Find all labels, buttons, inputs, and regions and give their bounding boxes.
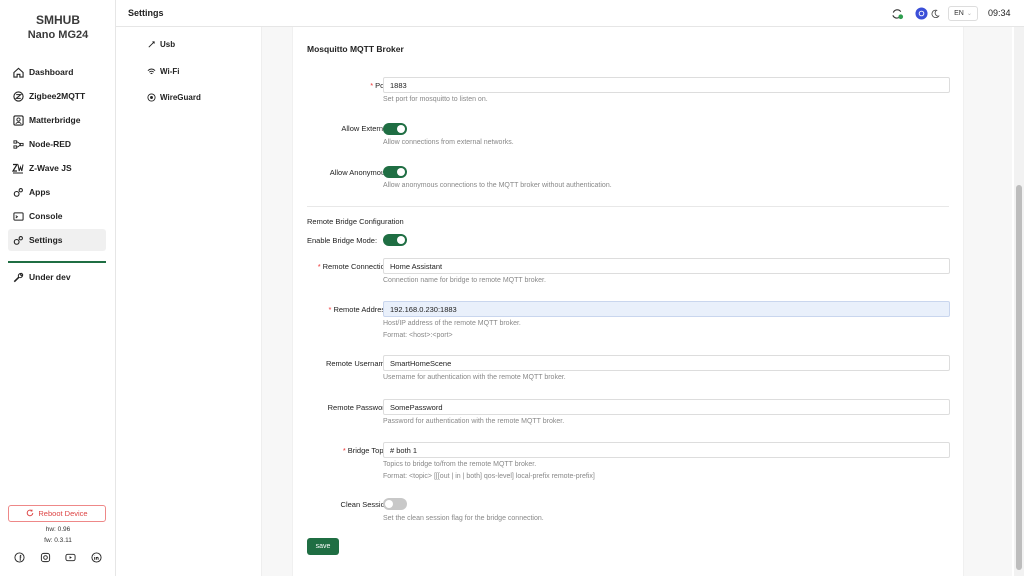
port-input[interactable]: 1883 xyxy=(383,77,950,93)
remote-connection-label: * Remote Connection: xyxy=(317,262,391,271)
enable-bridge-toggle[interactable] xyxy=(383,234,407,246)
instagram-icon[interactable] xyxy=(40,552,51,563)
subnav-item-wifi[interactable]: Wi-Fi xyxy=(146,64,179,78)
remote-username-label: Remote Username: xyxy=(325,359,391,368)
remote-password-input[interactable]: SomePassword xyxy=(383,399,950,415)
allow-anonymous-toggle[interactable] xyxy=(383,166,407,178)
wireguard-icon xyxy=(146,92,156,102)
facebook-icon[interactable] xyxy=(14,552,25,563)
sidebar-item-under-dev[interactable]: Under dev xyxy=(8,266,106,288)
sidebar-item-label: Console xyxy=(29,211,63,221)
theme-light-icon[interactable] xyxy=(915,7,928,20)
sync-status-icon[interactable] xyxy=(891,7,904,20)
zigbee-icon xyxy=(12,90,24,102)
console-icon xyxy=(12,210,24,222)
wifi-icon xyxy=(146,66,156,76)
allow-anonymous-label: Allow Anonymous: xyxy=(329,168,391,177)
section-divider xyxy=(307,206,949,207)
save-button[interactable]: save xyxy=(307,538,339,555)
port-help: Set port for mosquitto to listen on. xyxy=(383,96,488,103)
clock: 09:34 xyxy=(988,8,1011,18)
brand-name: SMHUB xyxy=(36,13,80,27)
theme-dark-icon[interactable] xyxy=(928,7,941,20)
bridge-topic-format: Format: <topic> [[[out | in | both] qos-… xyxy=(383,473,595,480)
refresh-icon xyxy=(26,509,34,519)
sidebar-item-apps[interactable]: Apps xyxy=(8,181,106,203)
scrollbar-thumb[interactable] xyxy=(1016,185,1022,570)
allow-external-help: Allow connections from external networks… xyxy=(383,139,514,146)
remote-username-input[interactable]: SmartHomeScene xyxy=(383,355,950,371)
remote-address-label: * Remote Address: xyxy=(328,305,391,314)
sidebar-divider xyxy=(8,261,106,263)
sidebar-item-zigbee2mqtt[interactable]: Zigbee2MQTT xyxy=(8,85,106,107)
apps-icon xyxy=(12,186,24,198)
subnav-item-usb[interactable]: Usb xyxy=(146,37,175,51)
top-header: Settings EN ⌄ 09:34 xyxy=(116,0,1024,27)
sidebar-item-console[interactable]: Console xyxy=(8,205,106,227)
bridge-topic-help: Topics to bridge to/from the remote MQTT… xyxy=(383,461,537,468)
section-title: Mosquitto MQTT Broker xyxy=(307,44,404,54)
mqtt-settings-panel: Mosquitto MQTT Broker *Port: 1883 Set po… xyxy=(292,27,964,576)
sidebar-item-matterbridge[interactable]: Matterbridge xyxy=(8,109,106,131)
sidebar-item-dashboard[interactable]: Dashboard xyxy=(8,61,106,83)
subnav-label: Wi-Fi xyxy=(160,66,180,76)
remote-connection-help: Connection name for bridge to remote MQT… xyxy=(383,277,546,284)
remote-password-label: Remote Password: xyxy=(327,403,391,412)
language-select[interactable]: EN ⌄ xyxy=(948,6,978,21)
firmware-version: fw: 0.3.11 xyxy=(44,537,72,544)
remote-connection-input[interactable]: Home Assistant xyxy=(383,258,950,274)
remote-address-format: Format: <host>:<port> xyxy=(383,332,453,339)
clean-session-help: Set the clean session flag for the bridg… xyxy=(383,515,544,522)
brand-model: Nano MG24 xyxy=(27,29,89,41)
subnav-label: Usb xyxy=(160,39,176,49)
settings-subnav: Usb Wi-Fi WireGuard xyxy=(116,27,262,576)
zwave-icon xyxy=(12,162,24,174)
hardware-version: hw: 0.96 xyxy=(45,526,71,533)
content-area: Mosquitto MQTT Broker *Port: 1883 Set po… xyxy=(262,27,1012,576)
settings-icon xyxy=(12,234,24,246)
sidebar-item-label: Zigbee2MQTT xyxy=(29,91,86,101)
reboot-label: Reboot Device xyxy=(38,509,88,518)
reboot-device-button[interactable]: Reboot Device xyxy=(8,505,106,522)
remote-username-help: Username for authentication with the rem… xyxy=(383,374,566,381)
sidebar-item-zwave-js[interactable]: Z-Wave JS xyxy=(8,157,106,179)
sidebar-item-label: Under dev xyxy=(29,272,71,282)
subnav-label: WireGuard xyxy=(160,92,201,102)
sidebar-item-label: Apps xyxy=(29,187,51,197)
sidebar-item-settings[interactable]: Settings xyxy=(8,229,106,251)
sidebar-item-label: Matterbridge xyxy=(29,115,81,125)
node-red-icon xyxy=(12,138,24,150)
remote-address-help: Host/IP address of the remote MQTT broke… xyxy=(383,320,521,327)
sidebar-item-label: Node-RED xyxy=(29,139,72,149)
sidebar-item-node-red[interactable]: Node-RED xyxy=(8,133,106,155)
linkedin-icon[interactable] xyxy=(91,552,102,563)
sidebar: SMHUB Nano MG24 Dashboard Zigbee2MQTT Ma… xyxy=(0,0,116,576)
matter-icon xyxy=(12,114,24,126)
enable-bridge-label: Enable Bridge Mode: xyxy=(307,236,378,245)
page-title: Settings xyxy=(128,8,164,18)
clean-session-toggle[interactable] xyxy=(383,498,407,510)
remote-password-help: Password for authentication with the rem… xyxy=(383,418,565,425)
bridge-section-title: Remote Bridge Configuration xyxy=(307,217,404,226)
subnav-item-wireguard[interactable]: WireGuard xyxy=(146,90,201,104)
usb-icon xyxy=(146,39,156,49)
youtube-icon[interactable] xyxy=(65,552,76,563)
wrench-icon xyxy=(12,271,24,283)
social-links xyxy=(14,552,102,563)
chevron-down-icon: ⌄ xyxy=(966,11,972,17)
allow-external-toggle[interactable] xyxy=(383,123,407,135)
home-icon xyxy=(12,66,24,78)
sidebar-item-label: Settings xyxy=(29,235,63,245)
bridge-topic-input[interactable]: # both 1 xyxy=(383,442,950,458)
sidebar-item-label: Dashboard xyxy=(29,67,74,77)
allow-anonymous-help: Allow anonymous connections to the MQTT … xyxy=(383,182,612,189)
sidebar-item-label: Z-Wave JS xyxy=(29,163,72,173)
remote-address-input[interactable]: 192.168.0.230:1883 xyxy=(383,301,950,317)
language-value: EN xyxy=(954,10,964,17)
